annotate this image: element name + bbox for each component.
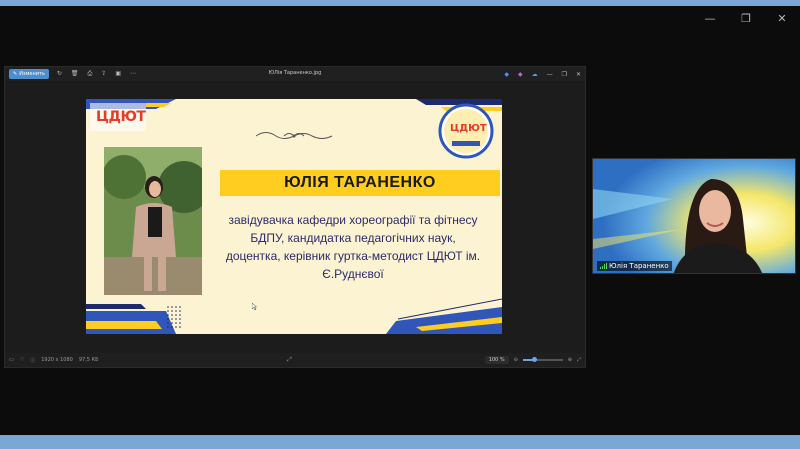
file-size: 97,5 КБ — [78, 357, 99, 363]
viewer-restore-icon[interactable]: ❐ — [562, 71, 567, 78]
portrait-illustration — [104, 147, 202, 295]
webcam-video — [593, 159, 795, 273]
cloud-icon[interactable]: ☁ — [532, 71, 538, 78]
image-dimensions: 1920 x 1080 — [41, 357, 73, 363]
speaker-name: ЮЛІЯ ТАРАНЕНКО — [284, 174, 436, 191]
description-line: БДПУ, кандидатка педагогічних наук, — [250, 231, 456, 245]
app-icon-clipchamp[interactable]: ◆ — [518, 71, 523, 78]
filmstrip-icon[interactable]: ▭ — [9, 357, 14, 363]
rotate-icon[interactable]: ↻ — [57, 70, 62, 78]
description-line: доцентка, керівник гуртка-методист ЦДЮТ … — [225, 249, 481, 263]
print-icon[interactable]: ⎙ — [87, 70, 92, 78]
zoom-slider-knob[interactable] — [532, 357, 538, 362]
edit-button-label: Изменить — [19, 71, 45, 77]
slideshow-icon[interactable]: ▣ — [115, 70, 121, 78]
info-icon[interactable]: ⓘ — [30, 357, 35, 364]
participant-label: Юлія Тараненко — [597, 261, 672, 271]
mouse-cursor-icon — [252, 303, 257, 310]
webcam-tile[interactable]: Юлія Тараненко — [592, 158, 796, 274]
minimize-icon[interactable]: — — [704, 12, 716, 25]
viewer-close-icon[interactable]: ✕ — [576, 71, 581, 78]
viewer-statusbar: ▭ ♡ ⓘ 1920 x 1080 97,5 КБ ⤢ 100 % ⊖ ⊕ ⤢ — [5, 353, 585, 367]
viewer-toolbar: ✎ Изменить ↻ 🗑 ⎙ ⇪ ▣ ⋯ ЮЛія Тараненко.jp… — [5, 67, 585, 81]
pencil-icon: ✎ — [13, 71, 18, 77]
app-icon-photos[interactable]: ◆ — [504, 71, 509, 78]
viewer-tools: ↻ 🗑 ⎙ ⇪ ▣ ⋯ — [57, 70, 136, 78]
fullscreen-icon[interactable]: ⤢ — [577, 357, 581, 363]
participant-name: Юлія Тараненко — [609, 262, 669, 270]
bottom-strip — [0, 435, 800, 449]
signal-icon — [600, 263, 607, 269]
more-icon[interactable]: ⋯ — [130, 70, 136, 78]
zoom-value[interactable]: 100 % — [484, 356, 509, 364]
name-banner: ЮЛІЯ ТАРАНЕНКО — [220, 170, 500, 196]
speaker-description: завідувачка кафедри хореографії та фітне… — [208, 211, 498, 283]
viewer-minimize-icon[interactable]: — — [547, 71, 553, 78]
top-strip — [0, 0, 800, 6]
ornament-icon — [255, 132, 333, 139]
portrait-photo — [104, 147, 202, 295]
restore-icon[interactable]: ❐ — [740, 12, 752, 25]
share-icon[interactable]: ⇪ — [101, 70, 106, 78]
screen: — ❐ ✕ ✎ Изменить ↻ 🗑 ⎙ ⇪ ▣ ⋯ ЮЛія Таране… — [0, 0, 800, 449]
logo-left-text: ЦДЮТ — [96, 109, 146, 125]
fit-screen-icon[interactable]: ⤢ — [287, 356, 292, 364]
slide-image: ЦДЮТ ЦДЮТ ЮЛІЯ ТАРАНЕНКО завідувачка каф… — [86, 99, 502, 334]
delete-icon[interactable]: 🗑 — [71, 70, 79, 78]
edit-button[interactable]: ✎ Изменить — [9, 69, 49, 79]
logo-right-text: ЦДЮТ — [450, 123, 487, 134]
zoom-out-icon[interactable]: ⊖ — [514, 357, 518, 363]
close-icon[interactable]: ✕ — [776, 12, 788, 25]
viewer-window-tools: ◆ ◆ ☁ — ❐ ✕ — [504, 71, 581, 78]
zoom-controls: 100 % ⊖ ⊕ ⤢ — [484, 356, 581, 364]
zoom-in-icon[interactable]: ⊕ — [568, 357, 572, 363]
description-line: Є.Руднєвої — [322, 267, 384, 281]
window-controls: — ❐ ✕ — [704, 12, 788, 25]
description-line: завідувачка кафедри хореографії та фітне… — [228, 213, 478, 227]
favorite-icon[interactable]: ♡ — [20, 357, 24, 363]
zoom-slider[interactable] — [522, 357, 563, 362]
